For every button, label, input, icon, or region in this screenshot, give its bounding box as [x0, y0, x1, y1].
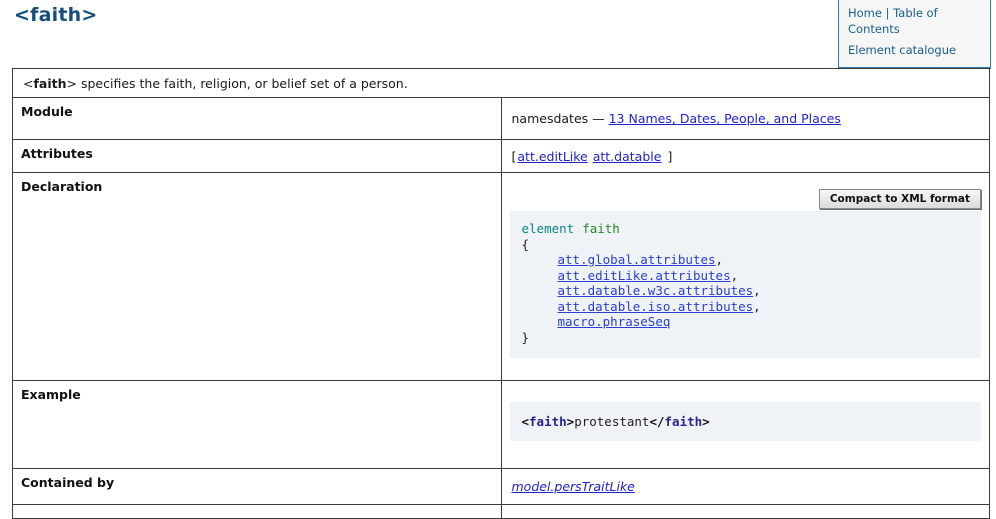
description-text: specifies the faith, religion, or belief… [77, 76, 408, 91]
row-header-module: Module [13, 98, 502, 140]
top-nav-box: Home | Table of Contents Element catalog… [838, 0, 991, 69]
module-name-text: namesdates — [512, 111, 609, 126]
declaration-open-brace: { [522, 237, 970, 253]
example-end-tag-open: </ [649, 414, 664, 429]
row-header-attributes: Attributes [13, 140, 502, 173]
contained-by-row: Contained by model.persTraitLike [13, 469, 990, 505]
declaration-code-block: element faith { att.global.attributes, at… [510, 211, 982, 358]
example-tag-name: faith [529, 414, 567, 429]
attributes-cell: [att.editLike att.datable] [501, 140, 990, 173]
module-chapter-link[interactable]: 13 Names, Dates, People, and Places [609, 111, 841, 126]
link-att-editlike-attributes[interactable]: att.editLike.attributes [558, 268, 731, 283]
attributes-row: Attributes [att.editLike att.datable] [13, 140, 990, 173]
module-row: Module namesdates — 13 Names, Dates, Peo… [13, 98, 990, 140]
comma: , [753, 299, 761, 314]
attributes-open-bracket: [ [512, 149, 517, 164]
declaration-line: att.datable.iso.attributes, [522, 299, 970, 315]
declaration-keyword: element [522, 221, 575, 236]
row-header-contained-by: Contained by [13, 469, 502, 505]
example-cell: <faith>protestant</faith> [501, 381, 990, 469]
row-header-declaration: Declaration [13, 173, 502, 381]
comma: , [753, 283, 761, 298]
description-row: <faith> specifies the faith, religion, o… [13, 69, 990, 98]
element-spec-table: <faith> specifies the faith, religion, o… [12, 68, 990, 519]
clipped-row-cell [501, 505, 990, 519]
declaration-toolbar: Compact to XML format [510, 189, 982, 209]
link-att-datable-iso-attributes[interactable]: att.datable.iso.attributes [558, 299, 754, 314]
example-end-tag-close: > [702, 414, 710, 429]
declaration-line: macro.phraseSeq [522, 314, 970, 330]
declaration-cell: Compact to XML format element faith { att… [501, 173, 990, 381]
nav-link-home[interactable]: Home [848, 6, 882, 20]
module-cell: namesdates — 13 Names, Dates, People, an… [501, 98, 990, 140]
description-tag-name: faith [33, 76, 66, 91]
declaration-line: att.global.attributes, [522, 252, 970, 268]
example-content-text: protestant [574, 414, 649, 429]
clipped-row-header [13, 505, 502, 519]
declaration-element-name: faith [582, 221, 620, 236]
nav-separator: | [886, 6, 890, 20]
page-title: <faith> [14, 4, 97, 26]
link-att-datable[interactable]: att.datable [593, 149, 662, 164]
example-open-bracket: < [522, 414, 530, 429]
description-tag-close-bracket: > [67, 76, 77, 91]
declaration-line: att.editLike.attributes, [522, 268, 970, 284]
declaration-line: att.datable.w3c.attributes, [522, 283, 970, 299]
contained-by-cell: model.persTraitLike [501, 469, 990, 505]
comma: , [731, 268, 739, 283]
link-att-datable-w3c-attributes[interactable]: att.datable.w3c.attributes [558, 283, 754, 298]
row-header-example: Example [13, 381, 502, 469]
nav-link-element-catalogue[interactable]: Element catalogue [848, 43, 956, 57]
compact-to-xml-button[interactable]: Compact to XML format [819, 189, 981, 209]
declaration-close-brace: } [522, 330, 970, 346]
declaration-row: Declaration Compact to XML format elemen… [13, 173, 990, 381]
comma: , [716, 252, 724, 267]
nav-line-catalogue: Element catalogue [848, 43, 982, 59]
nav-line-home-toc: Home | Table of Contents [848, 6, 982, 37]
link-att-editlike[interactable]: att.editLike [517, 149, 587, 164]
link-att-global-attributes[interactable]: att.global.attributes [558, 252, 716, 267]
declaration-line-element: element faith [522, 221, 970, 237]
attributes-close-bracket: ] [667, 149, 672, 164]
example-row: Example <faith>protestant</faith> [13, 381, 990, 469]
clipped-next-row [13, 505, 990, 519]
description-tag-open-bracket: < [23, 76, 33, 91]
description-cell: <faith> specifies the faith, religion, o… [13, 69, 990, 98]
example-code-block: <faith>protestant</faith> [510, 402, 982, 441]
link-macro-phraseseq[interactable]: macro.phraseSeq [558, 314, 671, 329]
example-end-tag-name: faith [665, 414, 703, 429]
